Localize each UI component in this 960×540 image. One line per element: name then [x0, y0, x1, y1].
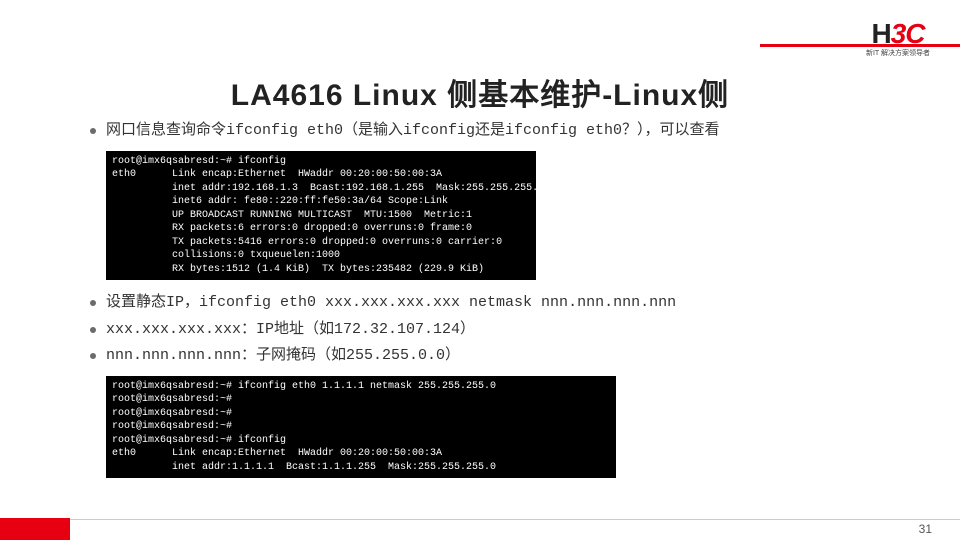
logo-tagline: 新IT 解决方案领导者: [866, 48, 930, 58]
slide-content: 网口信息查询命令ifconfig eth0（是输入ifconfig还是ifcon…: [90, 120, 910, 490]
bullet-3-text: xxx.xxx.xxx.xxx：IP地址（如172.32.107.124）: [106, 319, 475, 342]
bullet-dot-icon: [90, 300, 96, 306]
bullet-1-text: 网口信息查询命令ifconfig eth0（是输入ifconfig还是ifcon…: [106, 120, 720, 143]
brand-logo: H3C 新IT 解决方案领导者: [866, 18, 930, 58]
terminal-output-2: root@imx6qsabresd:~# ifconfig eth0 1.1.1…: [106, 376, 616, 479]
bullet-dot-icon: [90, 353, 96, 359]
page-number: 31: [919, 522, 932, 536]
terminal-output-1: root@imx6qsabresd:~# ifconfig eth0 Link …: [106, 151, 536, 281]
slide-title: LA4616 Linux 侧基本维护-Linux侧: [0, 70, 960, 114]
header-accent-line: [0, 44, 960, 47]
bullet-3: xxx.xxx.xxx.xxx：IP地址（如172.32.107.124）: [90, 319, 910, 342]
bullet-4-text: nnn.nnn.nnn.nnn：子网掩码（如255.255.0.0）: [106, 345, 460, 368]
bullet-dot-icon: [90, 128, 96, 134]
bullet-dot-icon: [90, 327, 96, 333]
bullet-2: 设置静态IP，ifconfig eth0 xxx.xxx.xxx.xxx net…: [90, 292, 910, 315]
bullet-2-text: 设置静态IP，ifconfig eth0 xxx.xxx.xxx.xxx net…: [106, 292, 676, 315]
footer-divider: [70, 519, 960, 520]
footer-accent-block: [0, 518, 70, 540]
bullet-4: nnn.nnn.nnn.nnn：子网掩码（如255.255.0.0）: [90, 345, 910, 368]
bullet-1: 网口信息查询命令ifconfig eth0（是输入ifconfig还是ifcon…: [90, 120, 910, 143]
